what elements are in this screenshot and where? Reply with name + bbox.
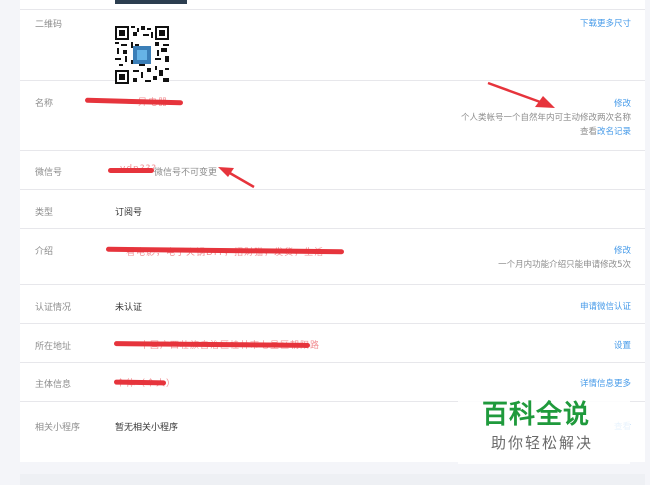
top-divider [20, 0, 645, 10]
location-settings-link[interactable]: 设置 [614, 339, 631, 351]
name-change-note: 个人类帐号一个自然年内可主动修改两次名称 [460, 113, 631, 123]
qrcode-label: 二维码 [35, 20, 63, 30]
row-type: 类型 订阅号 [20, 190, 645, 229]
row-wechat-id: 微信号 ydn??? 微信号不可变更 [20, 151, 645, 190]
entity-label: 主体信息 [35, 380, 72, 390]
name-history-prefix: 查看 [579, 127, 597, 137]
type-label: 类型 [35, 208, 54, 218]
name-redaction-scribble [84, 97, 184, 106]
wechat-id-note: 微信号不可变更 [154, 168, 218, 178]
mini-program-label: 相关小程序 [35, 423, 81, 433]
wechat-id-redaction-scribble [108, 168, 154, 173]
mini-program-value: 暂无相关小程序 [115, 423, 179, 433]
row-name: 名称 异电器 修改 个人类帐号一个自然年内可主动修改两次名称 查看改名记录 [20, 81, 645, 151]
download-more-sizes-link[interactable]: 下载更多尺寸 [580, 17, 631, 29]
watermark-logo-title: 百科全说 [482, 400, 591, 430]
watermark-logo-subtitle: 助你轻松解决 [491, 434, 594, 452]
intro-change-note: 一个月内功能介绍只能申请修改5次 [498, 260, 631, 270]
row-qrcode: 二维码 下载更多尺寸 [20, 10, 645, 84]
intro-edit-link[interactable]: 修改 [614, 244, 631, 256]
intro-label: 介绍 [35, 247, 54, 257]
verification-label: 认证情况 [35, 303, 72, 313]
row-intro: 介绍 看电影，电子火锅DIY，招财猫，发货，生活 修改 一个月内功能介绍只能申请… [20, 229, 645, 285]
name-label: 名称 [35, 99, 54, 109]
apply-verification-link[interactable]: 申请微信认证 [580, 300, 631, 312]
wechat-id-label: 微信号 [35, 168, 63, 178]
next-section-strip [20, 474, 645, 485]
qrcode-image [115, 26, 169, 84]
entity-redaction-scribble [113, 379, 167, 386]
name-history: 查看改名记录 [580, 125, 631, 137]
annotation-arrow-icon [218, 167, 255, 189]
row-location: 所在地址 中国广西壮族自治区桂林市七星区朝阳路 设置 [20, 324, 645, 363]
row-verification: 认证情况 未认证 申请微信认证 [20, 285, 645, 324]
type-value: 订阅号 [115, 208, 143, 218]
location-label: 所在地址 [35, 342, 72, 352]
annotation-arrow-icon [487, 81, 555, 108]
verification-value: 未认证 [115, 303, 143, 313]
name-history-link[interactable]: 改名记录 [597, 127, 631, 137]
name-edit-link[interactable]: 修改 [614, 97, 631, 109]
